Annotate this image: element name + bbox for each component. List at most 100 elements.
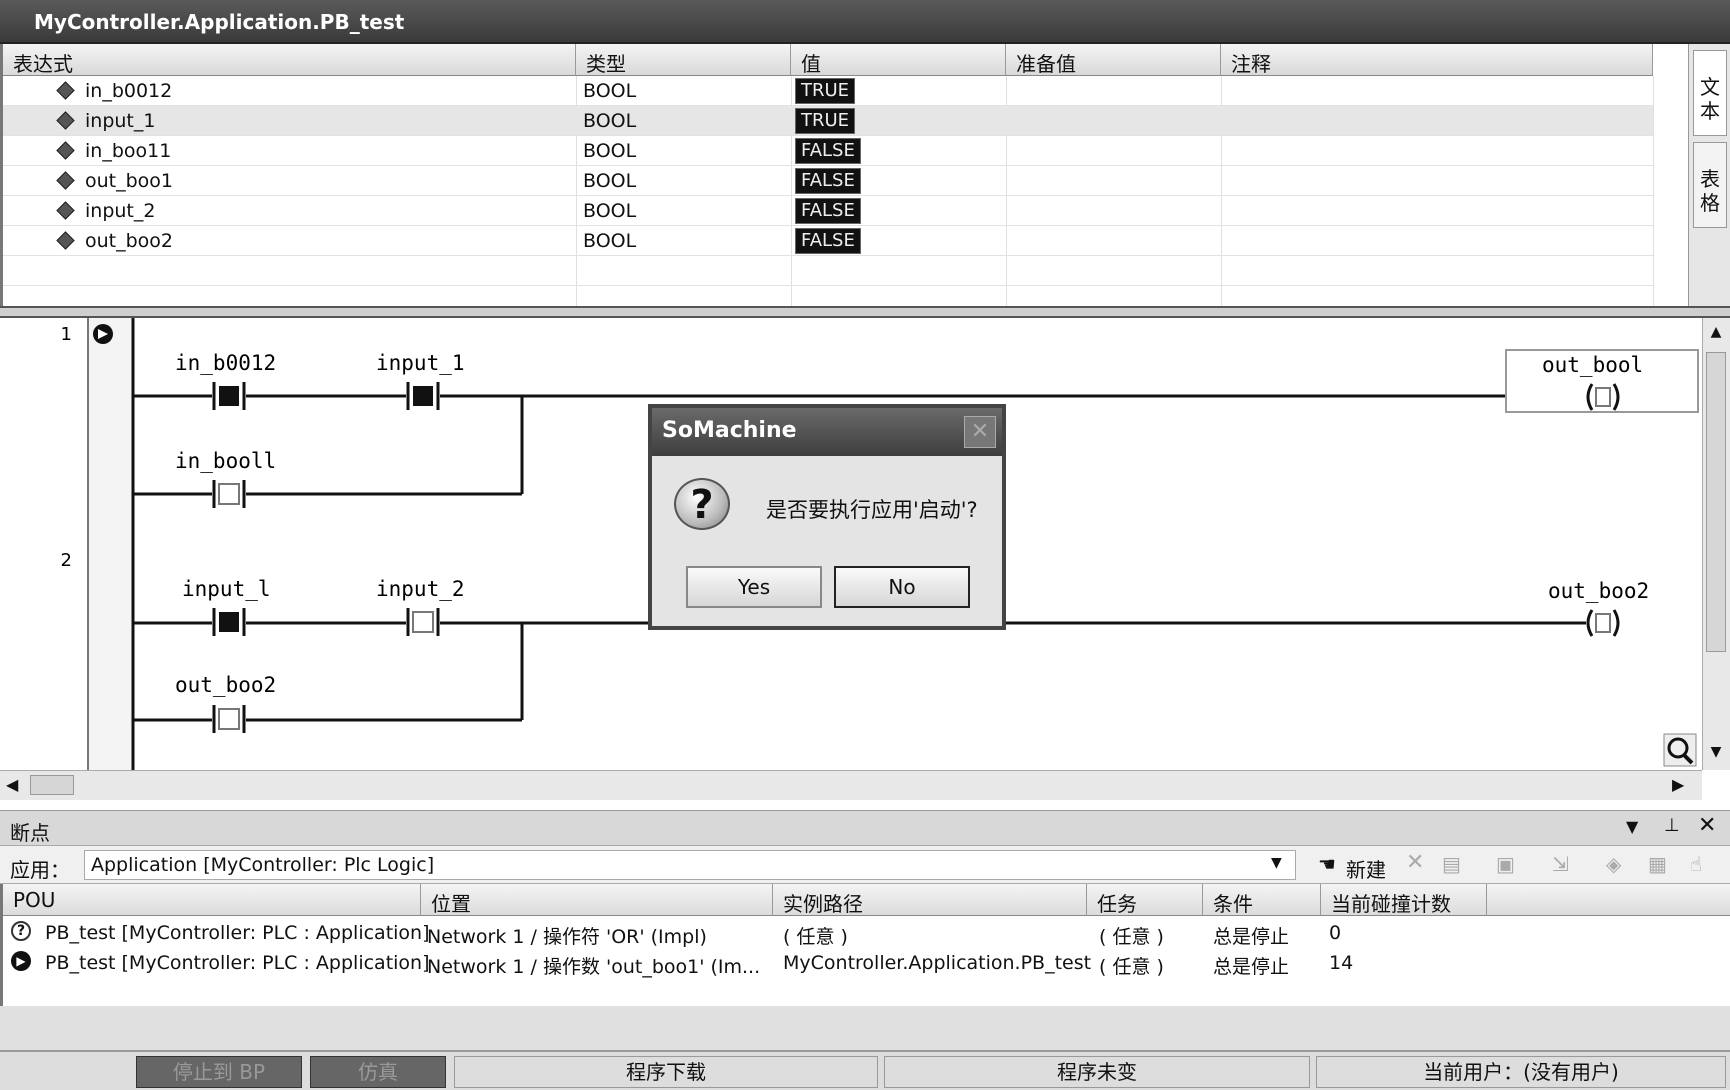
watch-row[interactable]: out_boo2 BOOL FALSE [3, 226, 1653, 256]
scroll-left-icon[interactable]: ◀ [6, 775, 26, 795]
col-header-prepared-value[interactable]: 准备值 [1006, 44, 1221, 76]
watch-expression: out_boo2 [85, 230, 174, 252]
col-header-instance-path[interactable]: 实例路径 [773, 884, 1087, 916]
current-user-status: 当前用户：(没有用户) [1316, 1056, 1726, 1088]
variable-icon [56, 201, 75, 220]
col-header-expression[interactable]: 表达式 [3, 44, 576, 76]
col-header-value[interactable]: 值 [791, 44, 1006, 76]
pane-splitter[interactable] [0, 306, 1730, 318]
contact-input-2[interactable] [406, 608, 440, 636]
scroll-down-icon[interactable]: ▼ [1707, 744, 1725, 762]
network-number: 2 [61, 550, 72, 571]
zoom-icon[interactable] [1663, 733, 1697, 767]
watch-type: BOOL [583, 140, 637, 162]
ladder-horizontal-scrollbar[interactable]: ◀ ▶ [0, 770, 1702, 800]
col-header-pou[interactable]: POU [3, 884, 421, 916]
panel-menu-icon[interactable]: ▼ [1626, 817, 1638, 836]
contact-input-l[interactable] [212, 608, 246, 636]
watch-row[interactable]: input_2 BOOL FALSE [3, 196, 1653, 226]
dialog-close-icon[interactable]: ✕ [964, 416, 996, 448]
enable-icon[interactable]: ◈ [1606, 852, 1621, 876]
application-dropdown[interactable]: Application [MyController: Plc Logic] ▼ [84, 850, 1296, 880]
delete-icon[interactable]: ✕ [1406, 850, 1424, 875]
tab-table-label: 表格 [1700, 167, 1720, 215]
breakpoints-panel-title: 断点 [10, 821, 50, 845]
col-header-condition[interactable]: 条件 [1203, 884, 1321, 916]
hscroll-thumb[interactable] [30, 775, 74, 795]
disable-icon[interactable]: ▦ [1648, 852, 1667, 876]
new-breakpoint-icon[interactable]: ☚ [1318, 852, 1336, 876]
col-header-comment[interactable]: 注释 [1221, 44, 1653, 76]
chevron-down-icon[interactable]: ▼ [1271, 855, 1282, 871]
watch-row[interactable]: out_boo1 BOOL FALSE [3, 166, 1653, 196]
scroll-right-icon[interactable]: ▶ [1672, 775, 1692, 795]
contact-label: input_l [182, 577, 271, 601]
bp-hit-count: 0 [1329, 922, 1342, 944]
network-number: 1 [61, 324, 72, 345]
dialog-title: SoMachine [652, 408, 1002, 456]
confirm-dialog: SoMachine ✕ ? 是否要执行应用'启动'? Yes No [648, 404, 1006, 630]
tab-table[interactable]: 表格 [1693, 142, 1727, 228]
application-value: Application [MyController: Plc Logic] [91, 854, 435, 876]
contact-label: in_b0012 [175, 351, 276, 375]
watch-expression: in_b0012 [85, 80, 173, 102]
contact-in-booll[interactable] [212, 480, 246, 508]
pin-icon[interactable]: ⊥ [1664, 815, 1680, 836]
goto-icon[interactable]: ⇲ [1552, 852, 1569, 876]
watch-row-empty[interactable] [3, 256, 1653, 286]
contact-label: input_2 [376, 577, 465, 601]
bp-position: Network 1 / 操作符 'OR' (Impl) [427, 926, 707, 948]
hand-icon[interactable]: ☝ [1690, 852, 1702, 876]
panel-empty-area [0, 1006, 1730, 1050]
contact-input-1[interactable] [406, 382, 440, 410]
properties-icon[interactable]: ▣ [1496, 852, 1515, 876]
bp-position: Network 1 / 操作数 'out_boo1' (Im... [427, 956, 761, 978]
watch-value: FALSE [795, 228, 861, 254]
coil-out-bool[interactable] [1586, 383, 1620, 411]
simulation-indicator[interactable]: 仿真 [310, 1056, 446, 1088]
variable-icon [56, 141, 75, 160]
bp-pou: PB_test [MyController: PLC : Application… [45, 952, 430, 974]
watch-type: BOOL [583, 110, 637, 132]
edit-icon[interactable]: ▤ [1442, 852, 1461, 876]
watch-row[interactable]: in_b0012 BOOL TRUE [3, 76, 1653, 106]
tab-text[interactable]: 文本 [1693, 50, 1727, 136]
dialog-message: 是否要执行应用'启动'? [766, 498, 978, 522]
yes-button[interactable]: Yes [686, 566, 822, 608]
contact-out-boo2[interactable] [212, 705, 246, 733]
watch-row[interactable]: in_boo11 BOOL FALSE [3, 136, 1653, 166]
watch-type: BOOL [583, 170, 637, 192]
ladder-vertical-scrollbar[interactable]: ▲ ▼ [1702, 318, 1730, 770]
col-header-task[interactable]: 任务 [1087, 884, 1203, 916]
breakpoint-row[interactable]: ▶ PB_test [MyController: PLC : Applicati… [3, 948, 1730, 978]
watch-expression: out_boo1 [85, 170, 174, 192]
watch-row[interactable]: input_1 BOOL TRUE [3, 106, 1653, 136]
window-title: MyController.Application.PB_test [34, 10, 405, 34]
scroll-thumb[interactable] [1706, 352, 1726, 652]
watch-expression: input_1 [85, 110, 156, 132]
variable-icon [56, 111, 75, 130]
program-unchanged-status: 程序未变 [884, 1056, 1310, 1088]
close-icon[interactable]: ✕ [1698, 813, 1716, 838]
col-header-type[interactable]: 类型 [576, 44, 791, 76]
no-button[interactable]: No [834, 566, 970, 608]
new-breakpoint-button[interactable]: 新建 [1346, 854, 1386, 883]
col-header-filler [1487, 884, 1730, 916]
col-header-hit-count[interactable]: 当前碰撞计数 [1321, 884, 1487, 916]
col-header-position[interactable]: 位置 [421, 884, 773, 916]
breakpoint-row[interactable]: ? PB_test [MyController: PLC : Applicati… [3, 918, 1730, 948]
watch-type: BOOL [583, 230, 637, 252]
status-bar: 停止到 BP 仿真 程序下载 程序未变 当前用户：(没有用户) [0, 1050, 1730, 1090]
application-label: 应用： [10, 858, 70, 882]
watch-expression: input_2 [85, 200, 156, 222]
breakpoint-active-icon: ▶ [11, 951, 31, 971]
scroll-up-icon[interactable]: ▲ [1707, 324, 1725, 342]
coil-out-boo2[interactable] [1586, 609, 1620, 637]
contact-in-b0012[interactable] [212, 382, 246, 410]
variable-icon [56, 231, 75, 250]
stop-at-bp-indicator[interactable]: 停止到 BP [136, 1056, 302, 1088]
contact-label: out_boo2 [175, 673, 276, 697]
view-side-tabs: 文本 表格 [1688, 44, 1730, 306]
breakpoints-table: POU 位置 实例路径 任务 条件 当前碰撞计数 ? PB_test [MyCo… [0, 884, 1730, 1006]
bp-hit-count: 14 [1329, 952, 1354, 974]
